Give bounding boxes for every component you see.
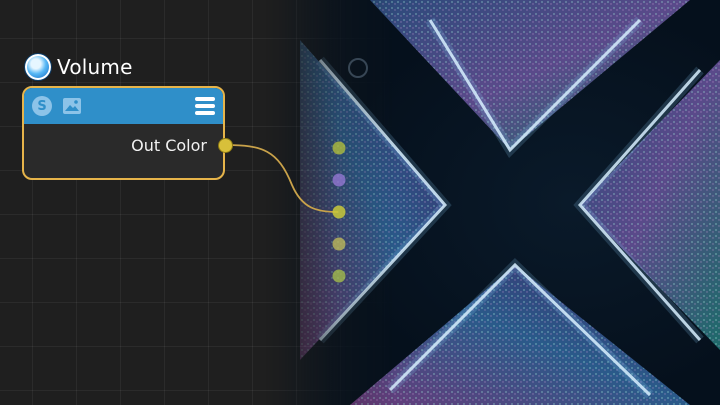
node-header[interactable]: S	[24, 88, 223, 124]
node-title: Volume	[57, 55, 133, 79]
shader-s-icon[interactable]: S	[32, 96, 52, 116]
shader-s-glyph: S	[37, 98, 47, 114]
output-label: Out Color	[131, 136, 207, 155]
image-icon[interactable]	[62, 97, 82, 115]
node-editor-canvas[interactable]: Volume S Out Color	[0, 0, 720, 405]
volume-orb-icon	[24, 53, 52, 81]
out-color-port[interactable]	[218, 138, 233, 153]
node-title-row[interactable]: Volume	[24, 50, 133, 84]
volume-node[interactable]: S Out Color	[22, 86, 225, 180]
menu-icon[interactable]	[195, 97, 215, 115]
